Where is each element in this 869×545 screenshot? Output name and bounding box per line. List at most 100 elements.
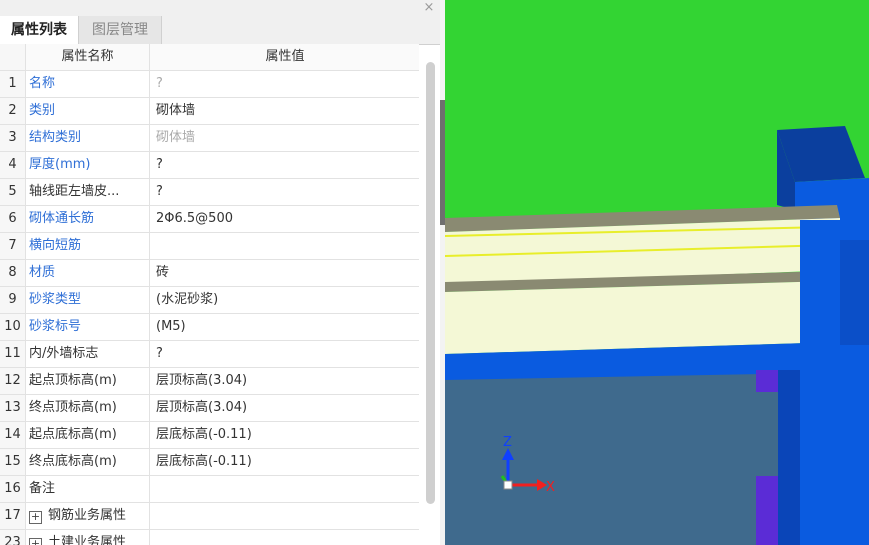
panel-tabs: 属性列表 图层管理: [0, 16, 440, 45]
close-icon[interactable]: ×: [422, 0, 436, 16]
table-row[interactable]: 23 + 土建业务属性: [0, 530, 419, 545]
table-row[interactable]: 2 类别 砌体墙: [0, 98, 419, 125]
property-name-cell[interactable]: 轴线距左墙皮...: [26, 179, 150, 205]
property-value-cell[interactable]: ?: [151, 71, 419, 97]
property-value-cell[interactable]: [151, 233, 419, 259]
property-value-cell[interactable]: 2Φ6.5@500: [151, 206, 419, 232]
tab-layer-management[interactable]: 图层管理: [79, 16, 162, 44]
table-row[interactable]: 16 备注: [0, 476, 419, 503]
table-row[interactable]: 5 轴线距左墙皮...?: [0, 179, 419, 206]
property-value-cell[interactable]: 层底标高(-0.11): [151, 422, 419, 448]
table-row[interactable]: 3 结构类别 砌体墙: [0, 125, 419, 152]
property-grid: 属性名称 属性值 1 名称? 2 类别 砌体墙 3 结构类别 砌体墙 4 厚度(mm)? 5 轴线距左…: [0, 44, 419, 545]
property-name-cell[interactable]: 材质: [26, 260, 150, 286]
property-name-cell[interactable]: 厚度(mm): [26, 152, 150, 178]
row-number: 15: [0, 449, 26, 475]
property-value-cell[interactable]: ?: [151, 152, 419, 178]
property-name-label: 起点底标高(m): [29, 427, 117, 442]
row-number: 4: [0, 152, 26, 178]
property-name-cell[interactable]: + 钢筋业务属性: [26, 503, 150, 529]
property-name-cell[interactable]: 内/外墙标志: [26, 341, 150, 367]
property-name-label: 备注: [29, 481, 56, 496]
property-name-cell[interactable]: 砌体通长筋: [26, 206, 150, 232]
property-name-cell[interactable]: 起点顶标高(m): [26, 368, 150, 394]
property-value-cell[interactable]: 层顶标高(3.04): [151, 395, 419, 421]
property-name-cell[interactable]: 类别: [26, 98, 150, 124]
property-value-cell[interactable]: [151, 503, 419, 529]
property-name-cell[interactable]: + 土建业务属性: [26, 530, 150, 545]
row-number: 8: [0, 260, 26, 286]
property-name-label: 结构类别: [29, 130, 82, 145]
property-name-cell[interactable]: 备注: [26, 476, 150, 502]
purple-post-2: [756, 476, 778, 545]
3d-viewport[interactable]: Z X: [445, 0, 869, 545]
property-name-label: 土建业务属性: [48, 535, 127, 545]
property-value-cell[interactable]: [151, 476, 419, 502]
property-name-cell[interactable]: 横向短筋: [26, 233, 150, 259]
property-name-label: 终点顶标高(m): [29, 400, 117, 415]
expand-plus-icon[interactable]: +: [29, 538, 42, 545]
table-row[interactable]: 7 横向短筋: [0, 233, 419, 260]
property-name-cell[interactable]: 终点顶标高(m): [26, 395, 150, 421]
3d-scene[interactable]: Z X: [445, 0, 869, 545]
property-name-label: 钢筋业务属性: [48, 508, 127, 523]
grid-header-row: 属性名称 属性值: [0, 44, 419, 71]
header-property-value[interactable]: 属性值: [151, 44, 419, 70]
table-row[interactable]: 11 内/外墙标志?: [0, 341, 419, 368]
property-name-cell[interactable]: 起点底标高(m): [26, 422, 150, 448]
property-name-cell[interactable]: 终点底标高(m): [26, 449, 150, 475]
row-number: 3: [0, 125, 26, 151]
property-value-cell[interactable]: [151, 530, 419, 545]
row-number: 14: [0, 422, 26, 448]
axis-x-label: X: [546, 480, 555, 495]
property-name-label: 横向短筋: [29, 238, 82, 253]
table-row[interactable]: 9 砂浆类型 (水泥砂浆): [0, 287, 419, 314]
table-row[interactable]: 6 砌体通长筋 2Φ6.5@500: [0, 206, 419, 233]
axis-origin: [503, 480, 513, 490]
property-name-cell[interactable]: 结构类别: [26, 125, 150, 151]
table-row[interactable]: 17 + 钢筋业务属性: [0, 503, 419, 530]
row-number: 17: [0, 503, 26, 529]
table-row[interactable]: 12 起点顶标高(m) 层顶标高(3.04): [0, 368, 419, 395]
row-number: 7: [0, 233, 26, 259]
property-value-cell[interactable]: (M5): [151, 314, 419, 340]
property-name-label: 材质: [29, 265, 56, 280]
header-property-name[interactable]: 属性名称: [26, 44, 150, 70]
property-value-cell[interactable]: ?: [151, 179, 419, 205]
property-name-cell[interactable]: 砂浆类型: [26, 287, 150, 313]
row-number: 1: [0, 71, 26, 97]
table-row[interactable]: 10 砂浆标号 (M5): [0, 314, 419, 341]
table-row[interactable]: 13 终点顶标高(m) 层顶标高(3.04): [0, 395, 419, 422]
table-row[interactable]: 4 厚度(mm)?: [0, 152, 419, 179]
column-right-shadow: [778, 370, 800, 545]
table-row[interactable]: 15 终点底标高(m) 层底标高(-0.11): [0, 449, 419, 476]
table-row[interactable]: 1 名称?: [0, 71, 419, 98]
row-number: 5: [0, 179, 26, 205]
properties-panel: × 属性列表 图层管理 属性名称 属性值 1 名称? 2 类别 砌体墙 3 结构类别 砌体墙 4…: [0, 0, 440, 545]
tab-property-list[interactable]: 属性列表: [0, 16, 79, 44]
axis-z-label: Z: [503, 435, 512, 450]
property-value-cell[interactable]: 层顶标高(3.04): [151, 368, 419, 394]
property-value-cell[interactable]: 砌体墙: [151, 125, 419, 151]
property-name-cell[interactable]: 砂浆标号: [26, 314, 150, 340]
row-number: 6: [0, 206, 26, 232]
property-value-cell[interactable]: 层底标高(-0.11): [151, 449, 419, 475]
property-name-label: 内/外墙标志: [29, 346, 99, 361]
property-name-label: 砂浆类型: [29, 292, 82, 307]
property-value-cell[interactable]: 砖: [151, 260, 419, 286]
column-right-dark: [840, 240, 869, 345]
row-number: 9: [0, 287, 26, 313]
expand-plus-icon[interactable]: +: [29, 511, 42, 524]
property-value-cell[interactable]: (水泥砂浆): [151, 287, 419, 313]
scrollbar-thumb[interactable]: [426, 62, 435, 504]
row-number: 10: [0, 314, 26, 340]
table-row[interactable]: 14 起点底标高(m) 层底标高(-0.11): [0, 422, 419, 449]
property-name-label: 砂浆标号: [29, 319, 82, 334]
purple-post-1: [756, 370, 778, 392]
property-value-cell[interactable]: ?: [151, 341, 419, 367]
property-name-cell[interactable]: 名称: [26, 71, 150, 97]
row-number: 23: [0, 530, 26, 545]
property-value-cell[interactable]: 砌体墙: [151, 98, 419, 124]
panel-title-bar: ×: [0, 0, 440, 16]
table-row[interactable]: 8 材质 砖: [0, 260, 419, 287]
